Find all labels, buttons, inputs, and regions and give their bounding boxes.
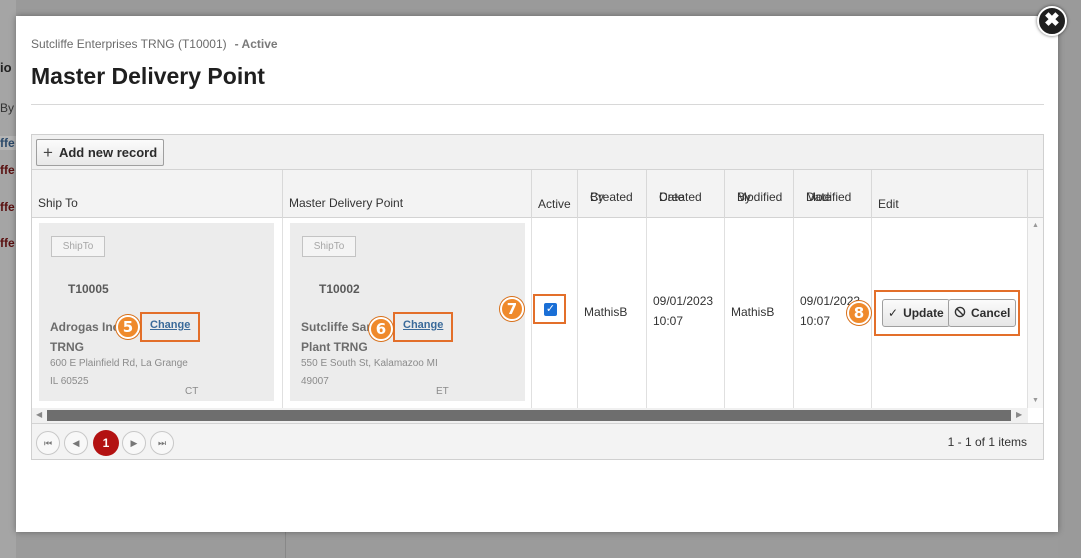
ship-to-change-link[interactable]: Change [150,319,190,331]
mdp-code: T10002 [319,282,360,296]
column-header-created-date[interactable]: Created Date [647,170,725,218]
grid-pager: ⏮ ◀ 1 ▶ ⏭ 1 - 1 of 1 items [32,423,1043,459]
callout-badge-6: 6 [369,317,393,341]
cell-modified-by: MathisB [725,218,794,408]
column-header-modified-date[interactable]: Modified Date [794,170,872,218]
cell-edit: ✓ Update Cancel 8 [847,218,1028,408]
company-name: Sutcliffe Enterprises TRNG (T10001) [31,37,227,51]
grid-body: ShipTo T10005 Adrogas Inc TRNG 600 E Plai… [32,218,1028,408]
background-fragment: ffe [0,136,16,150]
background-fragment: ffe [0,236,15,250]
background-fragment: ffe [0,163,15,177]
background-fragment: By [0,101,15,115]
checkmark-icon: ✓ [888,306,899,320]
horizontal-scrollbar[interactable]: ◀ ▶ [32,408,1028,423]
add-new-record-button[interactable]: + Add new record [36,139,165,166]
first-page-button[interactable]: ⏮ [36,431,60,455]
active-checkbox-highlight: ✓ [533,294,566,324]
update-button[interactable]: ✓ Update [882,299,950,327]
records-grid: + Add new record Ship To Master Delivery… [31,134,1044,460]
last-page-button[interactable]: ⏭ [150,431,174,455]
previous-page-button[interactable]: ◀ [64,431,88,455]
cell-active: ✓ 7 [500,218,578,408]
column-header-modified-by[interactable]: Modified By [725,170,794,218]
status-text: - Active [234,37,278,51]
background-divider [285,532,286,558]
created-date-value: 09/01/2023 10:07 [653,294,714,328]
ship-to-change-highlight: Change [140,312,200,342]
scroll-down-icon[interactable]: ▼ [1032,397,1039,404]
background-strip [0,0,16,558]
title-divider [31,104,1044,105]
cancel-button[interactable]: Cancel [948,299,1017,327]
created-by-value: MathisB [584,305,628,319]
column-header-created-by[interactable]: Created By [578,170,647,218]
close-icon[interactable]: ✖ [1037,6,1067,36]
ship-to-tag[interactable]: ShipTo [51,236,105,257]
background-footer [16,532,1058,558]
vertical-scrollbar[interactable]: ▲ ▼ [1028,218,1043,408]
pager-info: 1 - 1 of 1 items [947,435,1027,449]
column-header-ship-to[interactable]: Ship To [32,170,283,218]
next-page-button[interactable]: ▶ [122,431,146,455]
modified-by-value: MathisB [731,305,775,319]
column-header-master-delivery-point[interactable]: Master Delivery Point [283,170,532,218]
cell-ship-to: ShipTo T10005 Adrogas Inc TRNG 600 E Plai… [32,218,283,408]
ship-to-card: ShipTo T10005 Adrogas Inc TRNG 600 E Plai… [39,223,274,401]
active-checkbox[interactable]: ✓ [544,303,557,316]
column-header-edit: Edit [872,170,1028,218]
ship-to-address-line2: IL 60525 [50,376,89,387]
mdp-change-highlight: Change [393,312,453,342]
ship-to-timezone: CT [185,386,199,397]
scroll-right-icon[interactable]: ▶ [1016,410,1022,419]
cancel-icon [954,306,966,321]
callout-badge-8: 8 [847,301,871,325]
page-title: Master Delivery Point [31,63,265,89]
column-header-active[interactable]: Active [532,170,578,218]
mdp-timezone: ET [436,386,449,397]
background-fragment: io [0,60,12,75]
horizontal-scroll-thumb[interactable] [47,410,1011,421]
background-fragment: ffe [0,200,15,214]
mdp-change-link[interactable]: Change [403,319,443,331]
cell-created-date: 09/01/2023 10:07 [647,218,725,408]
add-new-record-label: Add new record [58,145,158,160]
ship-to-address-line1: 600 E Plainfield Rd, La Grange [50,358,188,369]
scroll-up-icon[interactable]: ▲ [1032,222,1039,229]
master-delivery-point-card: ShipTo T10002 Sutcliffe San Plant TRNG 55… [290,223,525,401]
callout-badge-5: 5 [116,315,140,339]
grid-header: Ship To Master Delivery Point Active Cre… [32,170,1043,218]
cell-created-by: MathisB [578,218,647,408]
grid-toolbar: + Add new record [32,135,1043,170]
modal-subtitle: Sutcliffe Enterprises TRNG (T10001) - Act… [31,37,278,51]
cell-master-delivery-point: ShipTo T10002 Sutcliffe San Plant TRNG 55… [283,218,532,408]
ship-to-code: T10005 [68,282,109,296]
scroll-left-icon[interactable]: ◀ [36,410,42,419]
plus-icon: + [43,143,53,162]
callout-badge-7: 7 [500,297,524,321]
cancel-label: Cancel [971,306,1011,320]
mdp-address-line1: 550 E South St, Kalamazoo MI [301,358,438,369]
mdp-address-line2: 49007 [301,376,329,387]
update-label: Update [903,306,944,320]
master-delivery-point-modal: Sutcliffe Enterprises TRNG (T10001) - Act… [16,16,1058,532]
current-page-button[interactable]: 1 [93,430,119,456]
edit-buttons-highlight: ✓ Update Cancel [874,290,1020,336]
mdp-tag[interactable]: ShipTo [302,236,356,257]
